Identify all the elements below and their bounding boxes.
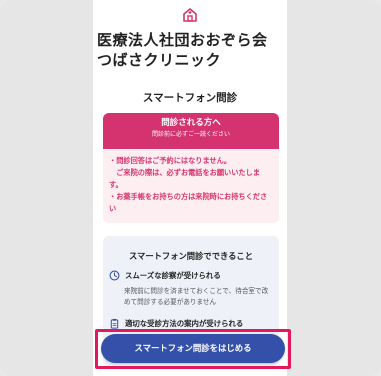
phone-screen: 医療法人社団おおぞら会 つばさクリニック スマートフォン問診 問診される方へ 問… — [93, 0, 287, 376]
feature-description: 来院前に問診を済ませておくことで、待合室で改めて問診する必要がありません — [124, 287, 269, 306]
feature-item-guidance: 適切な受診方法の案内が受けられる — [109, 318, 279, 329]
notice-line: ・お薬手帳をお持ちの方は来院時にお持ちください — [109, 192, 268, 213]
feature-item-smooth-exam: スムーズな診察が受けられる — [109, 270, 279, 281]
clock-icon — [109, 270, 120, 281]
feature-heading: 適切な受診方法の案内が受けられる — [125, 319, 244, 328]
notice-card: 問診される方へ 問診前に必ずご一読ください ・問診回答はご予約にはなりません。 … — [103, 113, 279, 223]
screenshot-frame: 医療法人社団おおぞら会 つばさクリニック スマートフォン問診 問診される方へ 問… — [0, 0, 381, 376]
notice-subtitle: 問診前に必ずご一読ください — [151, 131, 230, 138]
notice-line: ・問診回答はご予約にはなりません。 — [109, 156, 231, 165]
start-questionnaire-button[interactable]: スマートフォン問診をはじめる — [101, 334, 285, 363]
feature-heading: スムーズな診察が受けられる — [125, 271, 221, 280]
notice-header: 問診される方へ 問診前に必ずご一読ください — [103, 113, 279, 149]
features-title: スマートフォン問診でできること — [128, 251, 254, 261]
notice-body: ・問診回答はご予約にはなりません。 ご来院の際は、必ずお電話をお願いいたします。… — [103, 149, 279, 215]
clinic-name: 医療法人社団おおぞら会 つばさクリニック — [97, 31, 284, 69]
notice-title: 問診される方へ — [161, 118, 221, 128]
clipboard-icon — [110, 318, 119, 329]
notice-line: ご来院の際は、必ずお電話をお願いいたします。 — [109, 168, 260, 189]
clinic-house-icon — [183, 8, 197, 22]
page-title: スマートフォン問診 — [142, 92, 238, 104]
